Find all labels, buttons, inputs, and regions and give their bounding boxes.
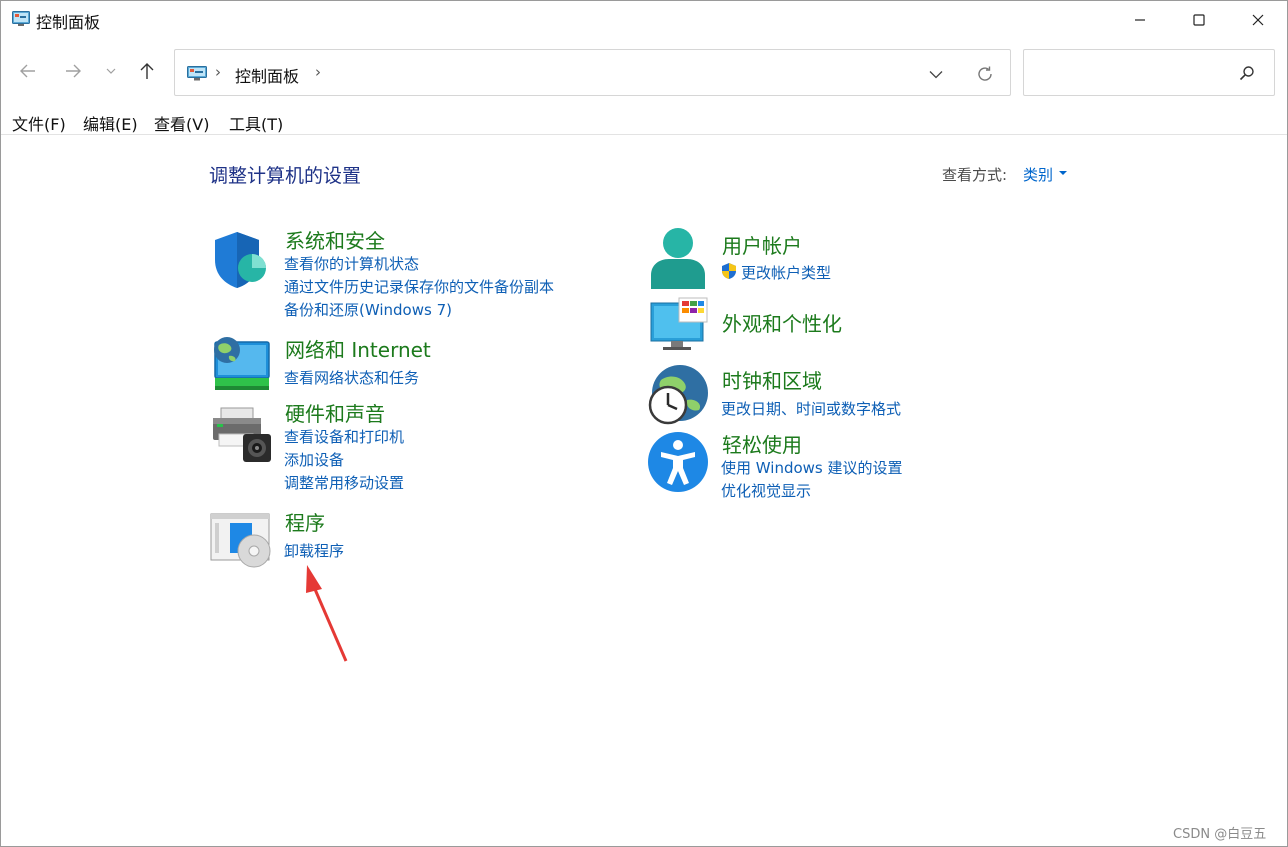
search-box[interactable] xyxy=(1023,49,1275,96)
watermark: CSDN @白豆五 xyxy=(1173,827,1267,842)
menu-bar: 文件(F) 编辑(E) 查看(V) 工具(T) xyxy=(1,109,1287,135)
page-heading: 调整计算机的设置 xyxy=(209,165,362,187)
accessibility-icon[interactable] xyxy=(647,431,709,493)
minimize-button[interactable] xyxy=(1110,1,1170,39)
link-recommended-settings[interactable]: 使用 Windows 建议的设置 xyxy=(721,457,903,478)
back-button[interactable] xyxy=(14,57,42,85)
link-devices-printers[interactable]: 查看设备和打印机 xyxy=(284,426,404,447)
link-view-computer-status[interactable]: 查看你的计算机状态 xyxy=(284,253,419,274)
address-path-segment[interactable]: 控制面板 xyxy=(235,63,299,87)
user-account-icon[interactable] xyxy=(647,227,709,289)
control-panel-icon xyxy=(187,66,207,81)
search-icon xyxy=(1239,66,1254,81)
view-by-dropdown[interactable]: 类别 xyxy=(1023,164,1053,185)
title-bar[interactable]: 控制面板 xyxy=(1,1,1287,39)
annotation-arrow-icon xyxy=(306,565,348,662)
category-title-programs[interactable]: 程序 xyxy=(285,507,325,536)
category-title-system-security[interactable]: 系统和安全 xyxy=(285,225,385,254)
link-file-history-backup[interactable]: 通过文件历史记录保存你的文件备份副本 xyxy=(284,276,554,297)
link-change-account-type[interactable]: 更改帐户类型 xyxy=(741,262,831,283)
clock-globe-icon[interactable] xyxy=(647,364,709,426)
shield-icon[interactable] xyxy=(211,229,273,291)
refresh-button[interactable] xyxy=(973,63,997,85)
chevron-down-icon xyxy=(106,68,116,74)
category-title-ease-of-access[interactable]: 轻松使用 xyxy=(722,429,802,458)
control-panel-window: 控制面板 › 控制面板 › 文件(F) 编辑(E) 查看(V) 工具(T) 调整… xyxy=(0,0,1288,847)
caret-down-icon[interactable] xyxy=(1059,171,1067,175)
control-panel-app-icon xyxy=(12,11,30,26)
view-by-label: 查看方式: xyxy=(942,166,1008,184)
network-globe-icon[interactable] xyxy=(209,334,271,396)
close-button[interactable] xyxy=(1228,1,1288,39)
monitor-personalize-icon[interactable] xyxy=(649,297,711,359)
minimize-icon xyxy=(1135,19,1145,21)
chevron-right-icon[interactable]: › xyxy=(315,63,321,81)
navigation-bar: › 控制面板 › xyxy=(1,45,1287,99)
chevron-right-icon[interactable]: › xyxy=(215,63,221,81)
category-title-clock-region[interactable]: 时钟和区域 xyxy=(722,365,822,394)
link-optimize-visual-display[interactable]: 优化视觉显示 xyxy=(721,480,811,501)
menu-tools[interactable]: 工具(T) xyxy=(229,111,283,135)
menu-view[interactable]: 查看(V) xyxy=(154,111,209,135)
refresh-icon xyxy=(978,66,992,81)
menu-edit[interactable]: 编辑(E) xyxy=(83,111,138,135)
arrow-right-icon xyxy=(66,64,81,78)
link-network-status[interactable]: 查看网络状态和任务 xyxy=(284,367,419,388)
up-button[interactable] xyxy=(133,57,161,85)
uac-shield-icon xyxy=(722,263,736,279)
arrow-left-icon xyxy=(20,64,35,78)
close-icon xyxy=(1252,14,1264,26)
maximize-button[interactable] xyxy=(1169,1,1229,39)
programs-disc-icon[interactable] xyxy=(210,511,272,573)
link-date-time-format[interactable]: 更改日期、时间或数字格式 xyxy=(721,398,901,419)
address-bar[interactable]: › 控制面板 › xyxy=(174,49,1011,96)
address-history-button[interactable] xyxy=(925,63,947,85)
window-title: 控制面板 xyxy=(36,13,101,32)
menu-file[interactable]: 文件(F) xyxy=(12,111,66,135)
maximize-icon xyxy=(1193,14,1205,26)
link-backup-restore[interactable]: 备份和还原(Windows 7) xyxy=(284,299,452,320)
link-add-device[interactable]: 添加设备 xyxy=(284,449,344,470)
recent-locations-button[interactable] xyxy=(99,57,123,85)
printer-icon[interactable] xyxy=(211,404,273,466)
forward-button[interactable] xyxy=(59,57,87,85)
chevron-down-icon xyxy=(929,70,943,78)
category-title-appearance[interactable]: 外观和个性化 xyxy=(722,308,842,337)
category-title-hardware-sound[interactable]: 硬件和声音 xyxy=(285,398,385,427)
link-uninstall-program[interactable]: 卸载程序 xyxy=(284,540,344,561)
category-title-user-accounts[interactable]: 用户帐户 xyxy=(722,230,802,259)
arrow-up-icon xyxy=(140,63,154,79)
link-mobility-settings[interactable]: 调整常用移动设置 xyxy=(284,472,404,493)
category-title-network-internet[interactable]: 网络和 Internet xyxy=(285,334,431,363)
